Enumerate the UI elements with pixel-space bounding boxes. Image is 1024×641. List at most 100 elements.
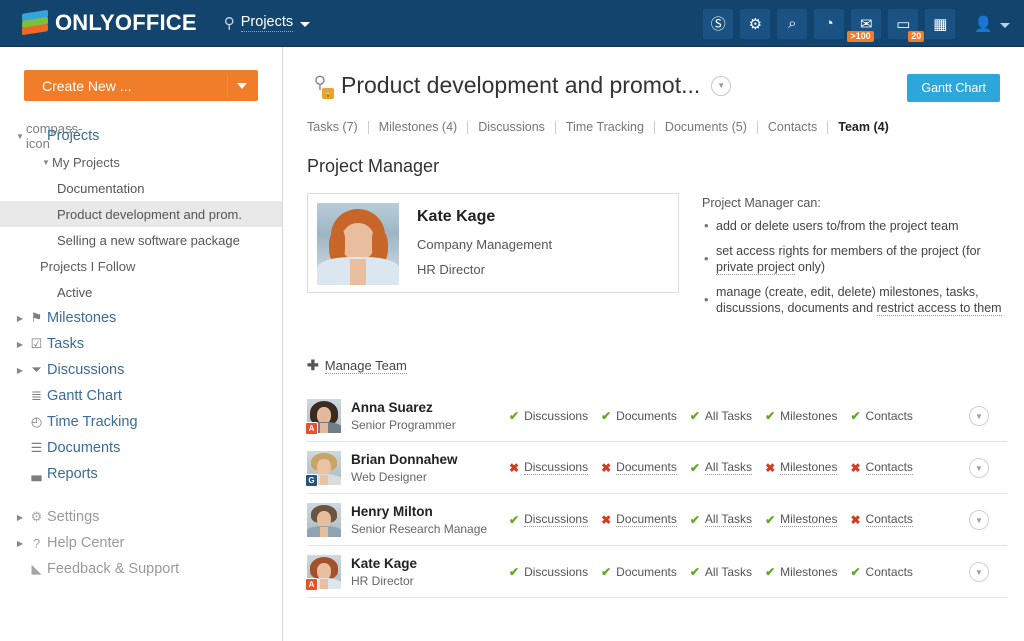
tab-documents[interactable]: Documents (5) bbox=[655, 120, 757, 134]
permission-contacts[interactable]: ✔ Contacts bbox=[850, 565, 912, 579]
sidebar-item-label: Documents bbox=[47, 440, 121, 456]
permission-documents[interactable]: ✔ Documents bbox=[601, 409, 677, 423]
manage-team-label: Manage Team bbox=[324, 357, 407, 374]
permission-contacts[interactable]: ✖ Contacts bbox=[850, 460, 913, 475]
member-permissions: ✔ Discussions ✔ Documents ✔ All Tasks ✔ Milesto… bbox=[509, 409, 913, 423]
permission-discussions[interactable]: ✖ Discussions bbox=[509, 460, 589, 475]
onlyoffice-logo[interactable]: ONLYOFFICE bbox=[22, 9, 197, 36]
permission-documents[interactable]: ✖ Documents bbox=[601, 512, 677, 527]
project-actions-button[interactable]: ▼ bbox=[711, 75, 732, 96]
sidebar-item-product-development-and-prom[interactable]: Product development and prom. bbox=[0, 201, 282, 227]
cross-icon: ✖ bbox=[765, 460, 776, 475]
nav-icon: ◴ bbox=[30, 414, 43, 429]
permission-milestones[interactable]: ✔ Milestones bbox=[765, 565, 837, 579]
member-actions-button[interactable]: ▼ bbox=[969, 406, 989, 426]
project-manager-card[interactable]: Kate Kage Company Management HR Director bbox=[307, 193, 679, 293]
permission-milestones[interactable]: ✔ Milestones bbox=[765, 409, 837, 423]
member-name[interactable]: Henry Milton bbox=[351, 504, 499, 519]
permission-documents[interactable]: ✖ Documents bbox=[601, 460, 677, 475]
permission-label: Documents bbox=[616, 564, 677, 579]
project-tabs: Tasks (7) Milestones (4) Discussions Time T… bbox=[307, 120, 1024, 134]
permission-all-tasks[interactable]: ✔ All Tasks bbox=[689, 460, 753, 475]
project-manager-photo bbox=[317, 203, 399, 285]
sidebar-item-selling-a-new-software-package[interactable]: Selling a new software package bbox=[0, 227, 282, 253]
team-member-row[interactable]: A Anna Suarez Senior Programmer ✔ Discussion… bbox=[305, 390, 1007, 442]
sidebar-item-time-tracking[interactable]: ◴ Time Tracking bbox=[0, 409, 282, 435]
tab-contacts[interactable]: Contacts bbox=[758, 120, 827, 134]
sidebar-item-my-projects[interactable]: ▼ My Projects bbox=[0, 149, 282, 175]
permission-contacts[interactable]: ✖ Contacts bbox=[850, 512, 913, 527]
avatar-role-badge: G bbox=[305, 473, 318, 487]
calendar-icon[interactable]: ▦ bbox=[925, 8, 956, 39]
permission-documents[interactable]: ✔ Documents bbox=[601, 565, 677, 579]
member-actions-button[interactable]: ▼ bbox=[969, 458, 989, 478]
chat-badge: 20 bbox=[908, 30, 925, 42]
tab-team[interactable]: Team (4) bbox=[828, 120, 898, 134]
sidebar-item-label: Help Center bbox=[47, 535, 125, 551]
permission-all-tasks[interactable]: ✔ All Tasks bbox=[690, 409, 752, 423]
sidebar-item-active[interactable]: Active bbox=[0, 279, 282, 305]
check-icon: ✔ bbox=[689, 460, 700, 475]
sidebar-item-discussions[interactable]: ▶ ⏷ Discussions bbox=[0, 357, 282, 383]
chat-icon[interactable]: ▭ 20 bbox=[888, 8, 925, 42]
avatar-image bbox=[307, 502, 341, 537]
profile-menu[interactable]: 👤 bbox=[974, 15, 1010, 33]
settings-gear-icon[interactable]: ⚙ bbox=[740, 8, 771, 39]
permission-info-text: add or delete users to/from the project … bbox=[716, 219, 959, 233]
sidebar-item-milestones[interactable]: ▶ ⚑ Milestones bbox=[0, 305, 282, 331]
permission-label: Documents bbox=[616, 460, 677, 475]
member-permissions: ✔ Discussions ✔ Documents ✔ All Tasks ✔ Milesto… bbox=[509, 565, 913, 579]
permission-info-link[interactable]: restrict access to them bbox=[876, 301, 1002, 316]
sidebar-item-feedback-support[interactable]: ◣ Feedback & Support bbox=[0, 556, 282, 582]
sidebar-item-settings[interactable]: ▶ ⚙ Settings bbox=[0, 504, 282, 530]
sidebar-item-tasks[interactable]: ▶ ☑ Tasks bbox=[0, 331, 282, 357]
top-header: ONLYOFFICE ⚲ Projects Ⓢ ⚙ ⌕ ◔ ✉ >100 ▭ 2… bbox=[0, 0, 1024, 47]
permission-discussions[interactable]: ✔ Discussions bbox=[509, 565, 588, 579]
chevron-down-icon: ▼ bbox=[42, 157, 50, 167]
member-name[interactable]: Kate Kage bbox=[351, 556, 499, 571]
team-member-row[interactable]: G Brian Donnahew Web Designer ✖ Discussions ✖… bbox=[305, 442, 1007, 494]
tab-milestones[interactable]: Milestones (4) bbox=[369, 120, 468, 134]
tab-tasks[interactable]: Tasks (7) bbox=[307, 120, 368, 134]
nav-icon: ◣ bbox=[31, 561, 42, 576]
sidebar-item-projects-i-follow[interactable]: Projects I Follow bbox=[0, 253, 282, 279]
permission-milestones[interactable]: ✔ Milestones bbox=[765, 512, 838, 527]
permission-all-tasks[interactable]: ✔ All Tasks bbox=[690, 565, 752, 579]
permission-label: Discussions bbox=[524, 512, 589, 527]
payments-icon[interactable]: Ⓢ bbox=[703, 8, 734, 39]
member-name[interactable]: Anna Suarez bbox=[351, 400, 499, 415]
sidebar-item-help-center[interactable]: ▶? Help Center bbox=[0, 530, 282, 556]
sidebar-item-label: Settings bbox=[47, 509, 100, 525]
sidebar-item-label: Time Tracking bbox=[47, 414, 138, 430]
mail-icon[interactable]: ✉ >100 bbox=[847, 8, 882, 42]
tab-time-tracking[interactable]: Time Tracking bbox=[556, 120, 654, 134]
team-member-row[interactable]: A Kate Kage HR Director ✔ Discussions ✔ Docume… bbox=[305, 546, 1007, 598]
nav-icon: ▃ bbox=[31, 466, 42, 481]
permissions-info: Project Manager can: add or delete users… bbox=[702, 193, 1002, 325]
gauge-icon[interactable]: ◔ bbox=[814, 8, 845, 39]
plus-icon: ✚ bbox=[307, 357, 319, 373]
permission-info-link[interactable]: private project bbox=[716, 260, 795, 275]
gantt-chart-button[interactable]: Gantt Chart bbox=[907, 74, 1000, 102]
sidebar-item-reports[interactable]: ▃ Reports bbox=[0, 461, 282, 487]
cross-icon: ✖ bbox=[509, 460, 520, 475]
search-icon[interactable]: ⌕ bbox=[777, 8, 808, 39]
create-new-button[interactable]: Create New ... bbox=[24, 70, 258, 101]
tab-discussions[interactable]: Discussions bbox=[468, 120, 555, 134]
member-actions-button[interactable]: ▼ bbox=[969, 562, 989, 582]
member-actions-button[interactable]: ▼ bbox=[969, 510, 989, 530]
nav-icon: ? bbox=[32, 535, 41, 551]
permission-all-tasks[interactable]: ✔ All Tasks bbox=[690, 512, 753, 527]
permission-contacts[interactable]: ✔ Contacts bbox=[850, 409, 912, 423]
sidebar-item-gantt-chart[interactable]: ≣ Gantt Chart bbox=[0, 383, 282, 409]
sidebar-item-documentation[interactable]: Documentation bbox=[0, 175, 282, 201]
sidebar-item-projects[interactable]: ▼ compass-icon Projects bbox=[0, 121, 282, 151]
permission-milestones[interactable]: ✖ Milestones bbox=[765, 460, 838, 475]
permission-discussions[interactable]: ✔ Discussions bbox=[509, 512, 589, 527]
permission-discussions[interactable]: ✔ Discussions bbox=[509, 409, 588, 423]
sidebar-item-documents[interactable]: ☰ Documents bbox=[0, 435, 282, 461]
team-member-row[interactable]: Henry Milton Senior Research Manage ✔ Discu… bbox=[307, 494, 1007, 546]
member-name[interactable]: Brian Donnahew bbox=[351, 452, 499, 467]
module-switcher[interactable]: ⚲ Projects bbox=[224, 14, 311, 32]
manage-team-button[interactable]: ✚ Manage Team bbox=[307, 357, 1024, 374]
